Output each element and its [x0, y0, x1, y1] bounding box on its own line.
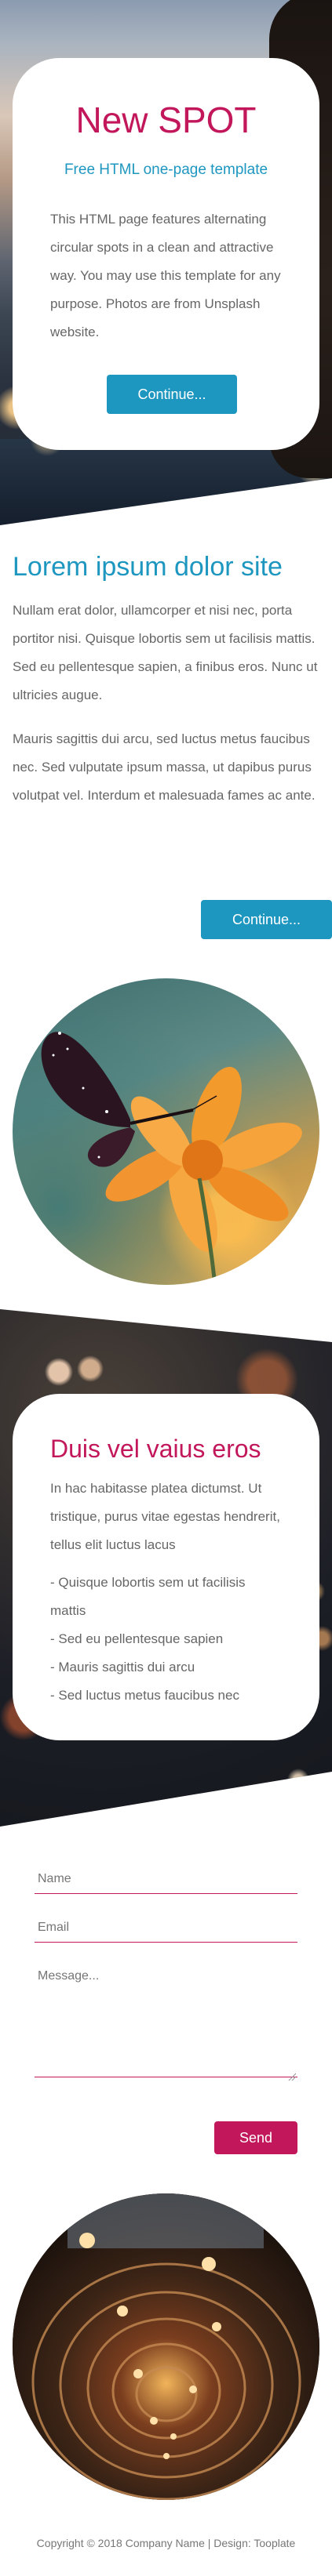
hero-subtitle: Free HTML one-page template	[64, 161, 268, 178]
hero-card: New SPOT Free HTML one-page template Thi…	[13, 58, 319, 450]
butterfly-flower-image	[13, 978, 319, 1285]
send-button[interactable]: Send	[214, 2121, 297, 2154]
contact-form: Send	[35, 1864, 297, 2154]
intro-paragraph-1: Nullam erat dolor, ullamcorper et nisi n…	[13, 603, 318, 702]
footer: Copyright © 2018 Company Name | Design: …	[0, 2537, 332, 2549]
intro-continue-button[interactable]: Continue...	[201, 900, 332, 939]
spiral-staircase-image	[13, 2193, 319, 2500]
hero-section: New SPOT Free HTML one-page template Thi…	[0, 0, 332, 525]
copyright-text: Copyright © 2018 Company Name | Design: …	[36, 2537, 296, 2549]
flower-petals	[105, 1066, 302, 1252]
hero-description: This HTML page features alternating circ…	[50, 212, 281, 339]
list-item: - Mauris sagittis dui arcu	[50, 1660, 195, 1674]
features-card: Duis vel vaius eros In hac habitasse pla…	[13, 1394, 319, 1740]
name-field[interactable]	[35, 1864, 297, 1894]
email-field[interactable]	[35, 1913, 297, 1943]
intro-title: Lorem ipsum dolor site	[13, 552, 283, 582]
intro-paragraph-2: Mauris sagittis dui arcu, sed luctus met…	[13, 731, 316, 803]
features-paragraph: In hac habitasse platea dictumst. Ut tri…	[50, 1481, 280, 1552]
hero-continue-button[interactable]: Continue...	[107, 375, 237, 414]
features-list: - Quisque lobortis sem ut facilisis matt…	[50, 1569, 282, 1710]
intro-section: Lorem ipsum dolor site Nullam erat dolor…	[13, 552, 332, 939]
hero-title: New SPOT	[75, 100, 257, 140]
features-section: Duis vel vaius eros In hac habitasse pla…	[0, 1309, 332, 1827]
staircase-illustration	[13, 2193, 319, 2500]
list-item: - Quisque lobortis sem ut facilisis matt…	[50, 1575, 246, 1618]
list-item: - Sed luctus metus faucibus nec	[50, 1688, 239, 1703]
features-title: Duis vel vaius eros	[50, 1435, 261, 1463]
resize-handle-icon[interactable]	[288, 2073, 296, 2081]
butterfly-illustration	[41, 1032, 302, 1285]
list-item: - Sed eu pellentesque sapien	[50, 1631, 224, 1646]
message-field[interactable]	[35, 1961, 297, 2077]
